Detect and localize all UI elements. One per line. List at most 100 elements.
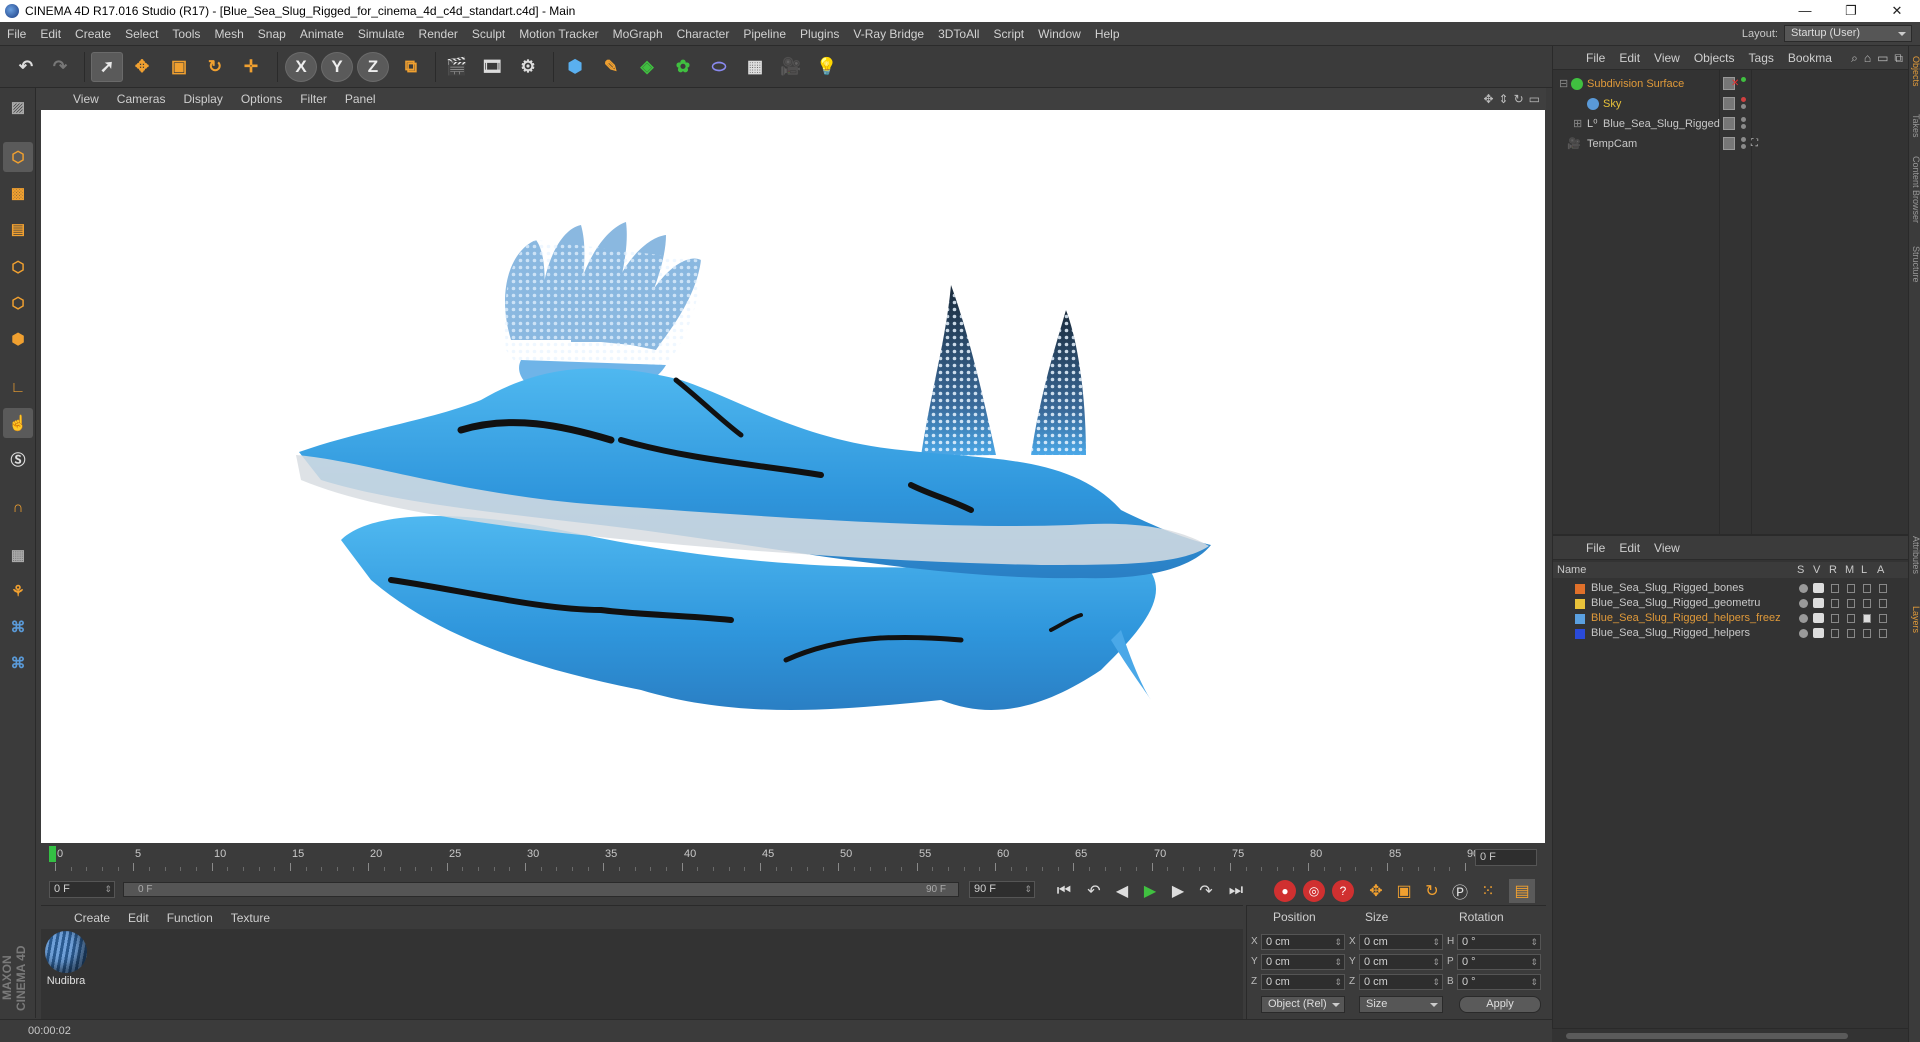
animation-toggle-icon[interactable]	[1879, 629, 1887, 638]
render-settings-icon[interactable]: ⚙	[512, 52, 544, 82]
manager-toggle-icon[interactable]	[1847, 584, 1855, 593]
x-axis-icon[interactable]: X	[285, 52, 317, 82]
size-z-field[interactable]: 0 cm	[1359, 974, 1443, 990]
polygons-mode-icon[interactable]: ⬢	[3, 324, 33, 354]
camera-icon[interactable]: 🎥	[775, 52, 807, 82]
side-tab-structure[interactable]: Structure	[1909, 246, 1920, 283]
disable-icon[interactable]: ✕	[1731, 74, 1739, 94]
solo-mode-icon[interactable]: Ⓢ	[3, 444, 33, 474]
render-toggle-icon[interactable]	[1831, 584, 1839, 593]
manager-toggle-icon[interactable]	[1847, 629, 1855, 638]
animation-toggle-icon[interactable]	[1879, 599, 1887, 608]
object-menu-edit[interactable]: Edit	[1612, 51, 1647, 65]
timeline-window-icon[interactable]: ▤	[1509, 879, 1535, 903]
layer-horizontal-scrollbar[interactable]	[1552, 1028, 1908, 1042]
layer-color-swatch[interactable]	[1575, 629, 1585, 639]
render-toggle-icon[interactable]	[1831, 599, 1839, 608]
viewport-move-icon[interactable]: ✥	[1483, 92, 1493, 106]
object-row-subdivision-surface[interactable]: ⊟ Subdivision Surface ✕	[1553, 74, 1909, 94]
home-icon[interactable]: ⌂	[1864, 51, 1871, 66]
points-mode-icon[interactable]: ⬡	[3, 252, 33, 282]
rotation-b-field[interactable]: 0 °	[1457, 974, 1541, 990]
viewport-menu-display[interactable]: Display	[174, 92, 231, 106]
play-icon[interactable]: ▶	[1137, 879, 1163, 903]
animation-toggle-icon[interactable]	[1879, 614, 1887, 623]
quantize-icon[interactable]: ⚘	[3, 576, 33, 606]
deformer-icon[interactable]: ⬭	[703, 52, 735, 82]
menu-mesh[interactable]: Mesh	[207, 27, 250, 41]
layer-color-swatch[interactable]	[1575, 584, 1585, 594]
object-row-tempcam[interactable]: 🎥 TempCam ⛶	[1553, 134, 1909, 154]
make-editable-icon[interactable]: ▨	[3, 92, 33, 122]
side-tab-content-browser[interactable]: Content Browser	[1909, 156, 1920, 223]
object-menu-tags[interactable]: Tags	[1742, 51, 1781, 65]
key-position-icon[interactable]: ✥	[1363, 879, 1389, 903]
redo-icon[interactable]: ↷	[44, 52, 76, 82]
new-window-icon[interactable]: ⧉	[1894, 51, 1903, 66]
go-to-start-icon[interactable]: ⏮	[1051, 879, 1077, 903]
cloner-icon[interactable]: ✿	[667, 52, 699, 82]
layer-menu-file[interactable]: File	[1579, 541, 1612, 555]
key-scale-icon[interactable]: ▣	[1391, 879, 1417, 903]
pen-spline-icon[interactable]: ✎	[595, 52, 627, 82]
object-menu-objects[interactable]: Objects	[1687, 51, 1742, 65]
rotate-icon[interactable]: ↻	[199, 52, 231, 82]
python-script-icon[interactable]: ⌘	[3, 648, 33, 678]
coordinate-system-icon[interactable]: ⧉	[395, 52, 427, 82]
position-z-field[interactable]: 0 cm	[1261, 974, 1345, 990]
menu-character[interactable]: Character	[670, 27, 737, 41]
view-toggle-icon[interactable]	[1813, 628, 1824, 638]
next-key-icon[interactable]: ↷	[1193, 879, 1219, 903]
render-toggle-icon[interactable]	[1831, 614, 1839, 623]
size-x-field[interactable]: 0 cm	[1359, 934, 1443, 950]
viewport-menu-options[interactable]: Options	[232, 92, 291, 106]
menu-tools[interactable]: Tools	[165, 27, 207, 41]
solo-toggle[interactable]	[1799, 629, 1808, 638]
workplane-lock-icon[interactable]: ▦	[3, 540, 33, 570]
menu-vray-bridge[interactable]: V-Ray Bridge	[846, 27, 931, 41]
position-y-field[interactable]: 0 cm	[1261, 954, 1345, 970]
next-frame-icon[interactable]: ▶	[1165, 879, 1191, 903]
side-tab-layers[interactable]: Layers	[1909, 606, 1920, 633]
key-point-level-icon[interactable]: ⁙	[1475, 879, 1501, 903]
render-picture-viewer-icon[interactable]: 🎞	[476, 52, 508, 82]
menu-simulate[interactable]: Simulate	[351, 27, 412, 41]
material-menu-texture[interactable]: Texture	[222, 911, 279, 925]
previous-key-icon[interactable]: ↶	[1081, 879, 1107, 903]
move-icon[interactable]: ✥	[126, 52, 158, 82]
lock-toggle-icon[interactable]	[1863, 614, 1871, 623]
subdivision-icon[interactable]: ◈	[631, 52, 663, 82]
restore-button[interactable]: ❐	[1828, 0, 1874, 22]
axis-mode-icon[interactable]: ∟	[3, 372, 33, 402]
layer-row-helpers[interactable]: Blue_Sea_Slug_Rigged_helpers	[1553, 626, 1909, 641]
solo-toggle[interactable]	[1799, 599, 1808, 608]
visibility-dots[interactable]	[1741, 117, 1747, 131]
rotation-h-field[interactable]: 0 °	[1457, 934, 1541, 950]
layer-color-swatch[interactable]	[1575, 614, 1585, 624]
solo-toggle[interactable]	[1799, 614, 1808, 623]
keyframe-selection-icon[interactable]: ?	[1332, 880, 1354, 902]
view-toggle-icon[interactable]	[1813, 598, 1824, 608]
autokey-icon[interactable]: ◎	[1303, 880, 1325, 902]
viewport-maximize-icon[interactable]: ▭	[1529, 92, 1540, 106]
viewport-menu-panel[interactable]: Panel	[336, 92, 385, 106]
layout-select[interactable]: Startup (User)	[1784, 25, 1912, 42]
cube-icon[interactable]: ⬢	[559, 52, 591, 82]
material-menu-edit[interactable]: Edit	[119, 911, 158, 925]
editor-visibility-toggle[interactable]	[1723, 137, 1735, 150]
material-swatch[interactable]: Nudibra	[43, 931, 89, 991]
manager-toggle-icon[interactable]	[1847, 599, 1855, 608]
material-menu-function[interactable]: Function	[158, 911, 222, 925]
current-frame-field[interactable]: 0 F	[49, 881, 115, 898]
position-x-field[interactable]: 0 cm	[1261, 934, 1345, 950]
frame-ruler[interactable]: 0 5 10 15 20 25 30 35 40 45 50 55 60 65 70 75 80 85 90	[55, 845, 1479, 873]
end-frame-field[interactable]: 0 F	[1475, 849, 1537, 866]
3d-viewport[interactable]	[41, 110, 1545, 843]
go-to-end-icon[interactable]: ⏭	[1223, 879, 1249, 903]
object-row-sky[interactable]: Sky	[1553, 94, 1909, 114]
layer-row-bones[interactable]: Blue_Sea_Slug_Rigged_bones	[1553, 581, 1909, 596]
collapse-icon[interactable]: ▭	[1877, 51, 1888, 66]
layer-row-helpers-freeze[interactable]: Blue_Sea_Slug_Rigged_helpers_freez	[1553, 611, 1909, 626]
solo-toggle[interactable]	[1799, 584, 1808, 593]
render-toggle-icon[interactable]	[1831, 629, 1839, 638]
